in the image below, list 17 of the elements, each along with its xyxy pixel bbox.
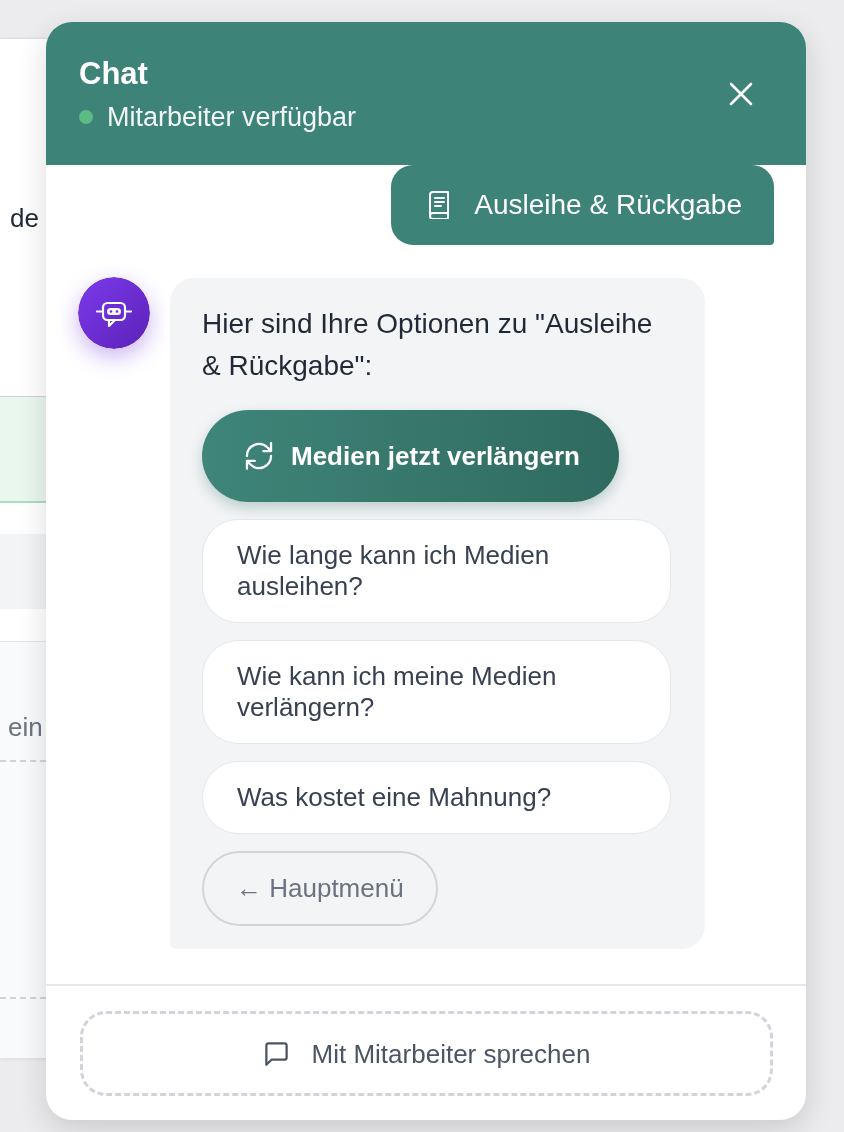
- option-button[interactable]: Wie kann ich meine Medien verlängern?: [202, 640, 671, 744]
- talk-to-staff-button[interactable]: Mit Mitarbeiter sprechen: [80, 1011, 773, 1096]
- field-text: ein: [7, 712, 43, 742]
- bot-message-text: Hier sind Ihre Optionen zu "Ausleihe & Rückgabe":: [202, 307, 654, 383]
- option-button[interactable]: Was kostet eine Mahnung?: [202, 761, 671, 834]
- renew-button[interactable]: Medien jetzt verlängern: [202, 410, 619, 502]
- back-button[interactable]: ← Hauptmenü: [202, 851, 438, 926]
- robot-avatar-icon: [78, 277, 150, 349]
- option-button[interactable]: Wie lange kann ich Medien ausleihen?: [202, 519, 671, 623]
- status-text: Mitarbeiter verfügbar: [107, 101, 357, 132]
- chat-title: Chat: [79, 55, 149, 92]
- book-icon: [427, 191, 452, 219]
- close-icon: [729, 81, 753, 106]
- user-message-text: Ausleihe & Rückgabe: [474, 189, 742, 221]
- chat-bubble-icon: [262, 1040, 290, 1067]
- heading-text: de: [10, 202, 39, 233]
- close-button[interactable]: [729, 81, 753, 106]
